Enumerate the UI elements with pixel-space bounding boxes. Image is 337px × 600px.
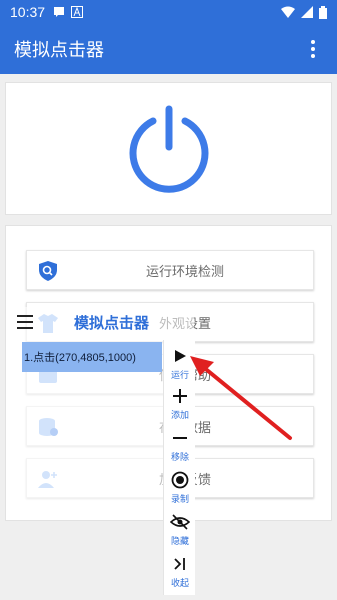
hamburger-menu-icon[interactable] [17,315,33,329]
signal-icon [301,6,313,18]
remove-tool-button[interactable]: 移除 [164,428,196,463]
floating-toolbar: 运行 添加 移除 录制 隐藏 收起 [163,340,195,595]
hide-tool-label: 隐藏 [170,537,189,547]
script-list-item[interactable]: 1.点击(270,4805,1000) [22,342,162,372]
add-tool-label: 添加 [170,411,189,421]
record-tool-button[interactable]: 录制 [164,470,196,505]
collapse-tool-label: 收起 [170,579,189,589]
wifi-icon [281,6,295,18]
collapse-tool-button[interactable]: 收起 [164,554,196,589]
run-tool-button[interactable]: 运行 [164,346,196,381]
hide-tool-button[interactable]: 隐藏 [164,512,196,547]
env-check-button[interactable]: 运行环境检测 [26,250,314,290]
bottom-background [0,528,163,600]
app-bar: 模拟点击器 [0,24,337,74]
power-icon[interactable] [123,103,215,195]
app-a-icon [71,6,84,18]
status-bar: 10:37 [0,0,337,24]
remove-tool-label: 移除 [170,453,189,463]
minus-icon [173,437,187,439]
plus-icon [173,389,187,403]
run-tool-label: 运行 [170,371,189,381]
record-icon [171,471,189,489]
app-title: 模拟点击器 [14,40,104,61]
env-check-label: 运行环境检测 [145,264,224,280]
floating-panel-header: 模拟点击器 [8,307,194,339]
add-tool-button[interactable]: 添加 [164,386,196,421]
more-menu-icon[interactable] [303,37,323,61]
battery-icon [319,5,327,19]
record-tool-label: 录制 [170,495,189,505]
floating-panel-title: 模拟点击器 [74,314,150,332]
collapse-icon [174,558,185,570]
play-icon [175,350,186,362]
message-icon [54,7,65,17]
power-card [5,82,332,215]
status-time: 10:37 [10,4,46,20]
eye-off-icon [170,514,190,530]
